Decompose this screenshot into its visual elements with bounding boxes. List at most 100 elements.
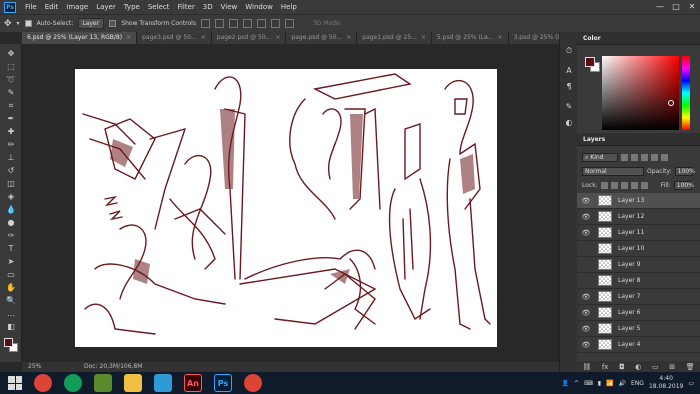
close-tab-icon[interactable]: × xyxy=(201,34,206,41)
game-icon[interactable] xyxy=(94,374,112,392)
hue-slider[interactable] xyxy=(682,56,690,130)
network-icon[interactable]: 📶 xyxy=(606,380,613,387)
document-workspace[interactable] xyxy=(22,44,567,362)
brush-tool-icon[interactable]: ✏ xyxy=(3,139,19,150)
brush-panel-icon[interactable]: ✎ xyxy=(564,102,574,112)
dodge-tool-icon[interactable]: ● xyxy=(3,217,19,228)
user-icon[interactable]: 👤 xyxy=(562,380,569,387)
battery-icon[interactable]: ▮ xyxy=(598,380,601,387)
photoshop-taskbar-icon[interactable]: Ps xyxy=(214,374,232,392)
add-mask-icon[interactable]: ◘ xyxy=(619,363,625,371)
menu-select[interactable]: Select xyxy=(144,3,174,11)
chrome-2-icon[interactable] xyxy=(64,374,82,392)
path-select-tool-icon[interactable]: ➤ xyxy=(3,256,19,267)
close-tab-icon[interactable]: × xyxy=(498,34,503,41)
new-layer-icon[interactable]: ⊞ xyxy=(669,363,675,371)
menu-layer[interactable]: Layer xyxy=(92,3,120,11)
keyboard-icon[interactable]: ⌨ xyxy=(584,380,593,387)
align-top-icon[interactable] xyxy=(200,19,210,28)
eye-icon[interactable]: 👁 xyxy=(580,309,592,317)
eyedropper-tool-icon[interactable]: ✒ xyxy=(3,113,19,124)
eye-icon[interactable]: 👁 xyxy=(580,293,592,301)
chrome-icon[interactable] xyxy=(34,374,52,392)
layer-row[interactable]: 👁 Layer 5 xyxy=(577,321,700,337)
align-middle-icon[interactable] xyxy=(214,19,224,28)
layer-row[interactable]: Layer 9 xyxy=(577,257,700,273)
tab-doc-4[interactable]: page.psd @ 50... × xyxy=(286,32,358,44)
layer-row[interactable]: Layer 8 xyxy=(577,273,700,289)
character-panel-icon[interactable]: A xyxy=(564,66,574,76)
align-left-icon[interactable] xyxy=(242,19,252,28)
adjustments-panel-icon[interactable]: ◐ xyxy=(564,118,574,128)
align-bottom-icon[interactable] xyxy=(228,19,238,28)
paragraph-panel-icon[interactable]: ¶ xyxy=(564,82,574,92)
menu-edit[interactable]: Edit xyxy=(41,3,63,11)
quick-select-tool-icon[interactable]: ✎ xyxy=(3,87,19,98)
tab-doc-1[interactable]: 6.psd @ 25% (Layer 13, RGB/8) × xyxy=(22,32,138,44)
layer-row[interactable]: 👁 Layer 6 xyxy=(577,305,700,321)
healing-brush-tool-icon[interactable]: ✚ xyxy=(3,126,19,137)
more-tools-icon[interactable]: … xyxy=(3,308,19,319)
layer-row[interactable]: 👁 Layer 13 xyxy=(577,193,700,209)
minimize-button[interactable]: — xyxy=(652,0,668,14)
paint-app-icon[interactable] xyxy=(154,374,172,392)
close-tab-icon[interactable]: × xyxy=(421,34,426,41)
align-right-icon[interactable] xyxy=(270,19,280,28)
history-brush-tool-icon[interactable]: ↺ xyxy=(3,165,19,176)
move-tool-icon[interactable]: ✥ xyxy=(3,48,19,59)
color-picker-marker[interactable] xyxy=(668,100,674,106)
notifications-icon[interactable]: ▭ xyxy=(688,380,694,387)
move-tool-icon[interactable]: ✥ xyxy=(4,19,12,29)
filter-pixel-icon[interactable] xyxy=(621,153,628,161)
history-panel-icon[interactable]: ⏱ xyxy=(564,46,574,56)
eye-icon[interactable]: 👁 xyxy=(580,325,592,333)
volume-icon[interactable]: 🔊 xyxy=(619,380,626,387)
marquee-tool-icon[interactable]: ⬚ xyxy=(3,61,19,72)
menu-image[interactable]: Image xyxy=(62,3,92,11)
close-tab-icon[interactable]: × xyxy=(346,34,351,41)
menu-3d[interactable]: 3D xyxy=(199,3,217,11)
zoom-level[interactable]: 25% xyxy=(28,362,41,372)
eye-icon[interactable]: 👁 xyxy=(580,341,592,349)
menu-window[interactable]: Window xyxy=(241,3,277,11)
lock-all-icon[interactable] xyxy=(640,181,648,189)
paint-bucket-tool-icon[interactable]: ◈ xyxy=(3,191,19,202)
lock-transparent-icon[interactable] xyxy=(600,181,608,189)
layer-row[interactable]: 👁 Layer 11 xyxy=(577,225,700,241)
lock-image-icon[interactable] xyxy=(610,181,618,189)
rectangle-tool-icon[interactable]: ▭ xyxy=(3,269,19,280)
layer-row[interactable]: Layer 10 xyxy=(577,241,700,257)
color-panel-foreground-swatch[interactable] xyxy=(585,57,595,67)
menu-type[interactable]: Type xyxy=(120,3,144,11)
auto-select-target-dropdown[interactable]: Layer xyxy=(78,18,105,29)
filter-shape-icon[interactable] xyxy=(651,153,658,161)
transform-controls-checkbox[interactable] xyxy=(109,20,117,27)
file-explorer-icon[interactable] xyxy=(124,374,142,392)
fill-input[interactable]: 100% xyxy=(673,180,694,190)
layer-row[interactable]: 👁 Layer 7 xyxy=(577,289,700,305)
tab-doc-2[interactable]: page3.psd @ 50... × xyxy=(137,32,212,44)
menu-file[interactable]: File xyxy=(21,3,41,11)
pen-tool-icon[interactable]: ✑ xyxy=(3,230,19,241)
tool-preset-dropdown[interactable]: ▾ xyxy=(17,20,20,27)
maximize-button[interactable]: □ xyxy=(668,0,684,14)
chrome-3-icon[interactable] xyxy=(244,374,262,392)
blend-mode-dropdown[interactable]: Normal xyxy=(582,166,644,176)
new-group-icon[interactable]: ▭ xyxy=(652,363,659,371)
layer-filter-dropdown[interactable]: ⌕ Kind xyxy=(582,152,618,162)
distribute-icon[interactable] xyxy=(284,19,294,28)
tab-doc-5[interactable]: page1.psd @ 25... × xyxy=(357,32,432,44)
eye-icon[interactable]: 👁 xyxy=(580,213,592,221)
close-tab-icon[interactable]: × xyxy=(126,34,131,41)
clone-stamp-tool-icon[interactable]: ⊥ xyxy=(3,152,19,163)
link-layers-icon[interactable]: ⛓ xyxy=(582,363,591,371)
language-indicator[interactable]: ENG xyxy=(631,380,644,387)
filter-type-icon[interactable] xyxy=(641,153,648,161)
lasso-tool-icon[interactable]: ➰ xyxy=(3,74,19,85)
layer-style-icon[interactable]: fx xyxy=(602,363,609,371)
windows-start-icon[interactable] xyxy=(8,376,22,390)
eye-icon[interactable]: 👁 xyxy=(580,229,592,237)
layer-row[interactable]: 👁 Layer 12 xyxy=(577,209,700,225)
default-colors-icon[interactable]: ◧ xyxy=(3,321,19,332)
blur-tool-icon[interactable]: 💧 xyxy=(3,204,19,215)
